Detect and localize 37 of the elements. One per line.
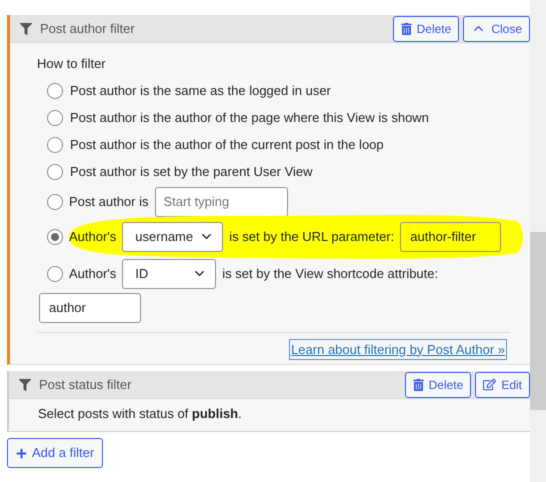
option-label: Post author is the same as the logged in user bbox=[70, 82, 331, 100]
plus-icon bbox=[16, 448, 27, 458]
close-button[interactable]: Close bbox=[463, 16, 530, 42]
radio-button[interactable] bbox=[47, 110, 63, 126]
help-link[interactable]: Learn about filtering by Post Author » bbox=[289, 338, 507, 360]
trash-icon bbox=[400, 22, 412, 34]
radio-button[interactable] bbox=[47, 194, 63, 210]
author-search-field[interactable]: Start typing bbox=[154, 186, 288, 216]
edit-button[interactable]: Edit bbox=[475, 372, 530, 398]
dropdown[interactable]: username bbox=[122, 222, 224, 252]
delete-button[interactable]: Delete bbox=[392, 16, 460, 42]
panel-title: Post status filter bbox=[39, 376, 132, 394]
option-label: Post author is bbox=[69, 192, 148, 211]
radio-button[interactable] bbox=[47, 228, 63, 244]
option-label: Post author is set by the parent User View bbox=[70, 162, 313, 181]
parameter-field[interactable]: author-filter bbox=[400, 222, 502, 252]
filter-icon bbox=[19, 378, 31, 390]
trash-icon bbox=[412, 378, 424, 390]
parameter-field[interactable]: author bbox=[39, 292, 141, 322]
radio-button[interactable] bbox=[47, 164, 63, 180]
radio-button[interactable] bbox=[47, 136, 63, 152]
delete-button[interactable]: Delete bbox=[404, 372, 472, 398]
filter-description: Select posts with status of publish. bbox=[38, 406, 242, 421]
option-label: Post author is the author of the page where this View is shown bbox=[70, 108, 429, 127]
option-label: Post author is the author of the current post in the loop bbox=[70, 136, 384, 154]
edit-icon bbox=[483, 378, 496, 391]
option-label: is set by the URL parameter: bbox=[229, 228, 394, 246]
option-label: is set by the View shortcode attribute: bbox=[222, 264, 438, 283]
option-label: Author's bbox=[69, 228, 116, 246]
section-heading: How to filter bbox=[37, 55, 107, 73]
radio-button[interactable] bbox=[47, 266, 63, 282]
radio-button[interactable] bbox=[47, 82, 63, 98]
option-label: Author's bbox=[69, 264, 116, 283]
add-filter-button[interactable]: Add a filter bbox=[7, 438, 104, 468]
filter-icon bbox=[20, 22, 32, 34]
panel-title: Post author filter bbox=[40, 20, 136, 38]
dropdown[interactable]: ID bbox=[122, 258, 216, 288]
